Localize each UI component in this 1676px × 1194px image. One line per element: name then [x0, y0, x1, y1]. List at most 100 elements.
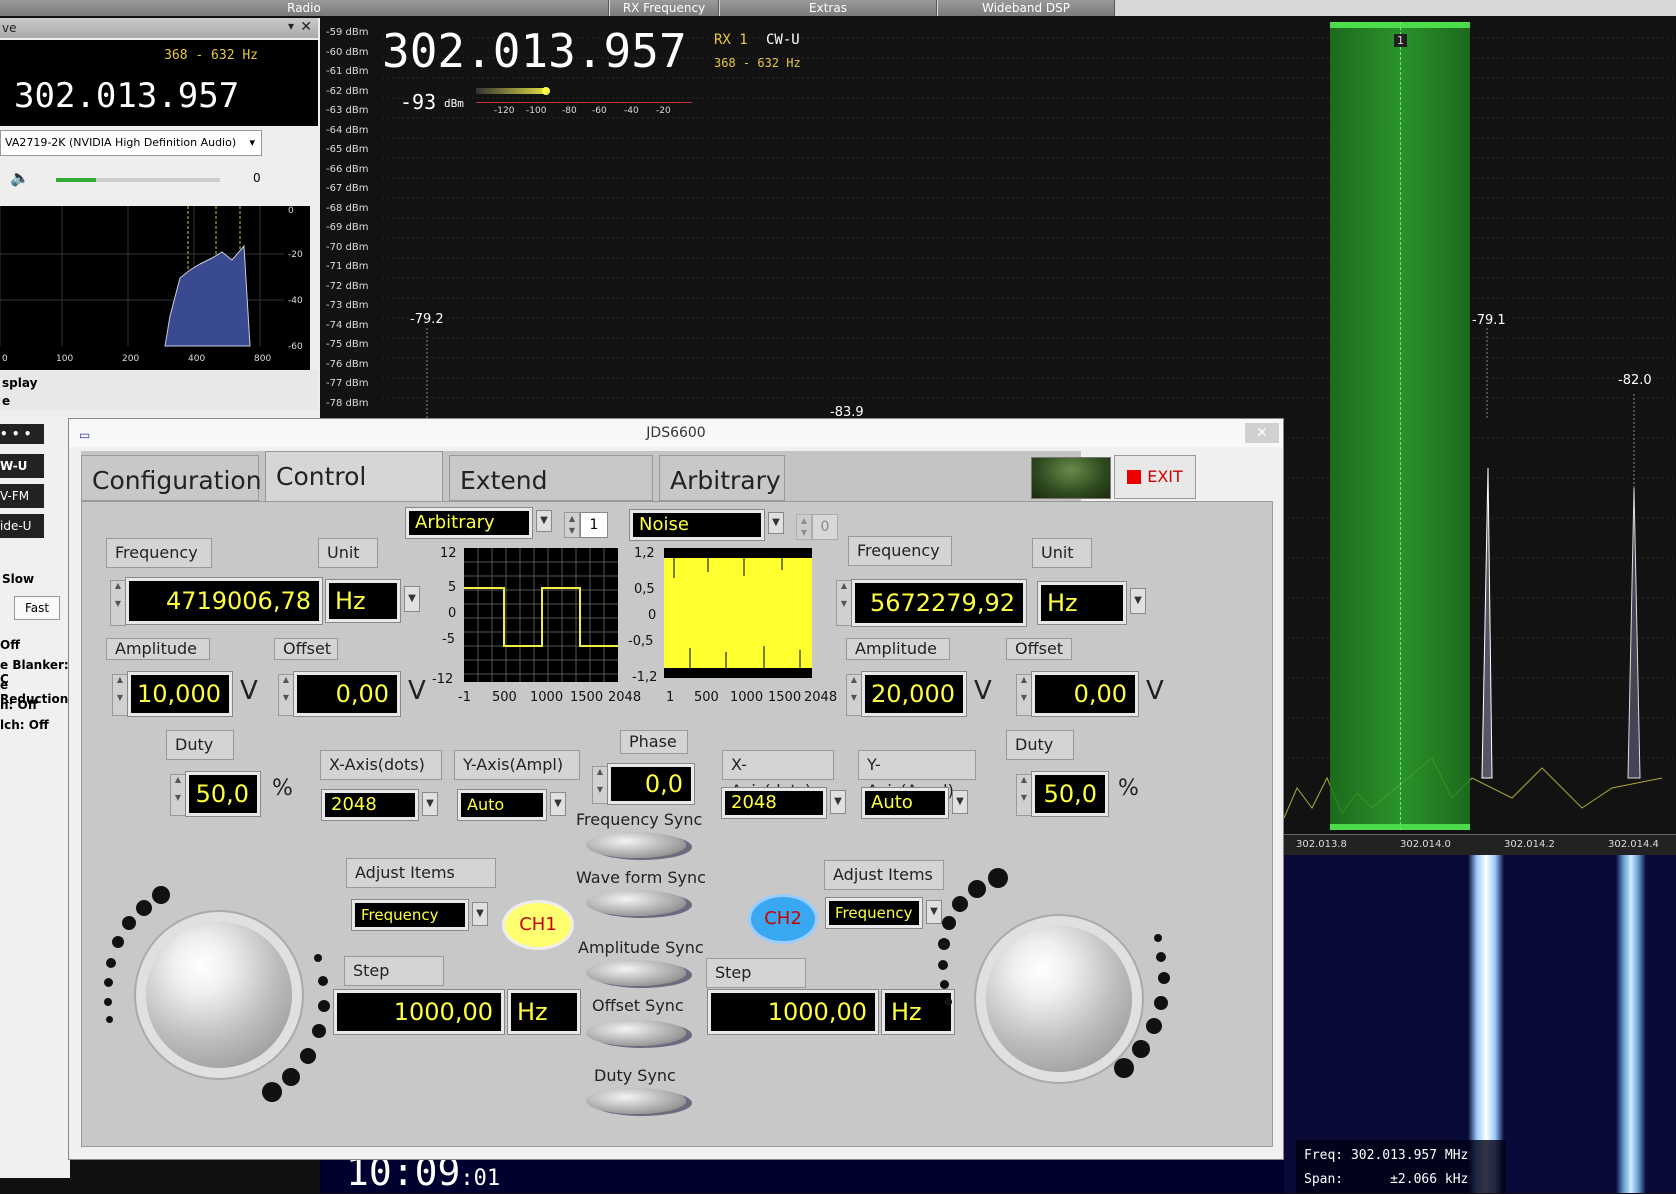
audio-device-select[interactable]: VA2719-2K (NVIDIA High Definition Audio)… [0, 130, 262, 156]
menu-rx-frequency[interactable]: RX Frequency [610, 0, 719, 16]
ch2-unit-select[interactable]: Hz [1037, 581, 1127, 625]
menu-wideband-dsp[interactable]: Wideband DSP [938, 0, 1115, 16]
filter-passband[interactable]: 1 [1330, 22, 1470, 830]
ch1-badge[interactable]: CH1 [502, 900, 574, 950]
dbm-scale-label: -67 dBm [326, 183, 369, 194]
agc-fast-button[interactable]: Fast [14, 596, 60, 620]
ch2-step-display[interactable]: 1000,00 [707, 989, 879, 1035]
signal-level: -93 [400, 90, 437, 114]
dbm-scale-label: -71 dBm [326, 261, 369, 272]
knob-indicator-dot [952, 896, 968, 912]
ch2-waveform-select[interactable]: Noise [629, 509, 765, 541]
ch2-rotary-knob[interactable] [986, 926, 1132, 1072]
tab-configuration[interactable]: Configuration [81, 455, 262, 501]
volume-slider[interactable] [56, 178, 220, 182]
phase-label: Phase [620, 730, 688, 754]
window-titlebar[interactable]: ▭ JDS6600 [69, 419, 1283, 447]
meter-tick: -20 [656, 106, 671, 116]
ch1-offset-display[interactable]: 0,00 [293, 671, 401, 717]
mode-button-cwu[interactable]: W-U [0, 454, 44, 478]
tab-extend-function[interactable]: Extend Function [449, 455, 653, 545]
chevron-down-icon[interactable]: ▼ [472, 902, 488, 926]
ch1-xaxis-select[interactable]: 2048 [321, 789, 419, 821]
ch2-yaxis-select[interactable]: Auto [861, 787, 949, 819]
phase-spinner[interactable]: ▲ ▼ [592, 766, 608, 804]
ch1-graph-y-tick: 0 [448, 606, 457, 621]
chevron-down-icon[interactable]: ▼ [926, 900, 942, 924]
ch1-offset-spinner[interactable]: ▲ ▼ [278, 674, 294, 716]
chevron-down-icon[interactable]: ▼ [830, 790, 846, 814]
section-label-e[interactable]: e [2, 394, 10, 408]
ch1-yaxis-select[interactable]: Auto [457, 789, 547, 821]
ch2-badge[interactable]: CH2 [748, 894, 818, 944]
mode-button-wideu[interactable]: ide-U [0, 514, 44, 538]
ch2-wave-index-spinner[interactable]: ▲ ▼ [796, 514, 812, 540]
ch1-rotary-knob[interactable] [146, 922, 292, 1068]
menu-extras[interactable]: Extras [720, 0, 937, 16]
duty-sync-button[interactable] [586, 1088, 686, 1114]
ch2-graph-y-tick: 1,2 [634, 546, 655, 561]
ch1-duty-spinner[interactable]: ▲ ▼ [170, 774, 186, 816]
ch2-duty-display[interactable]: 50,0 [1031, 771, 1109, 817]
ch1-wave-index[interactable]: 1 [580, 512, 608, 538]
knob-indicator-dot [122, 916, 136, 930]
ch1-adjust-select[interactable]: Frequency [351, 899, 469, 931]
ch1-waveform-select[interactable]: Arbitrary [405, 507, 533, 539]
speaker-icon[interactable]: 🔈 [10, 168, 30, 187]
freq-axis-tick: 302.014.2 [1504, 839, 1555, 850]
ch2-frequency-display[interactable]: 5672279,92 [851, 579, 1027, 627]
left-panel-header: ve ✕ ▾ [0, 18, 318, 38]
amplitude-sync-button[interactable] [586, 960, 686, 986]
tab-arbitrary[interactable]: Arbitrary [659, 455, 785, 501]
tab-control-panel[interactable]: Control Panel [265, 451, 443, 541]
mode-button-wfm[interactable]: V-FM [0, 484, 44, 508]
ch2-amplitude-spinner[interactable]: ▲ ▼ [846, 674, 862, 716]
menu-radio[interactable]: Radio [0, 0, 609, 16]
phase-display[interactable]: 0,0 [607, 763, 695, 805]
frequency-sync-button[interactable] [586, 832, 686, 858]
chevron-down-icon[interactable]: ▼ [550, 792, 566, 816]
ch2-frequency-spinner[interactable]: ▲ ▼ [836, 580, 852, 626]
knob-indicator-dot [152, 886, 170, 904]
ch2-duty-spinner[interactable]: ▲ ▼ [1016, 774, 1032, 816]
ch2-wave-index[interactable]: 0 [812, 514, 838, 540]
chevron-down-icon[interactable]: ▼ [536, 510, 552, 532]
close-icon[interactable]: ✕ [300, 19, 312, 35]
ch2-xaxis-select[interactable]: 2048 [721, 787, 827, 819]
dbm-scale-label: -70 dBm [326, 242, 369, 253]
ch1-step-display[interactable]: 1000,00 [333, 989, 505, 1035]
chevron-down-icon[interactable]: ▼ [768, 512, 784, 534]
chevron-down-icon[interactable]: ▼ [1130, 588, 1146, 614]
left-frequency-readout[interactable]: 302.013.957 [14, 76, 239, 116]
display-section: splay e [0, 370, 318, 410]
ch2-amplitude-display[interactable]: 20,000 [861, 671, 967, 717]
chevron-down-icon[interactable]: ▾ [288, 19, 294, 33]
close-button[interactable]: ✕ [1245, 423, 1279, 443]
ch2-adjust-select[interactable]: Frequency [825, 897, 923, 929]
ch1-amplitude-display[interactable]: 10,000 [127, 671, 233, 717]
mode-button-dots[interactable]: • • • [0, 424, 44, 444]
ch1-frequency-spinner[interactable]: ▲ ▼ [110, 580, 126, 626]
ch1-unit-select[interactable]: Hz [325, 579, 401, 623]
offset-sync-label: Offset Sync [592, 996, 684, 1015]
chevron-down-icon[interactable]: ▼ [952, 790, 968, 814]
ch2-offset-display[interactable]: 0,00 [1031, 671, 1139, 717]
ch2-graph-x-tick: 1 [666, 690, 675, 705]
display-section-label[interactable]: splay [2, 376, 37, 390]
chevron-down-icon[interactable]: ▼ [422, 792, 438, 816]
ch2-graph-y-tick: -0,5 [628, 634, 654, 649]
exit-button[interactable]: EXIT [1114, 455, 1196, 499]
chevron-down-icon[interactable]: ▼ [404, 586, 420, 612]
ch2-offset-spinner[interactable]: ▲ ▼ [1016, 674, 1032, 716]
offset-sync-button[interactable] [586, 1020, 686, 1046]
main-frequency-readout[interactable]: 302.013.957 [382, 24, 687, 78]
ch2-graph-y-tick: -1,2 [632, 670, 658, 685]
ch1-duty-display[interactable]: 50,0 [185, 771, 261, 817]
waveform-sync-button[interactable] [586, 890, 686, 916]
knob-indicator-dot [988, 868, 1008, 888]
ch2-graph-x-tick: 2048 [804, 690, 838, 705]
ch1-frequency-display[interactable]: 4719006,78 [125, 577, 323, 625]
ch1-amplitude-spinner[interactable]: ▲ ▼ [112, 674, 128, 716]
ch1-wave-index-spinner[interactable]: ▲ ▼ [564, 512, 580, 538]
knob-indicator-dot [938, 960, 948, 970]
